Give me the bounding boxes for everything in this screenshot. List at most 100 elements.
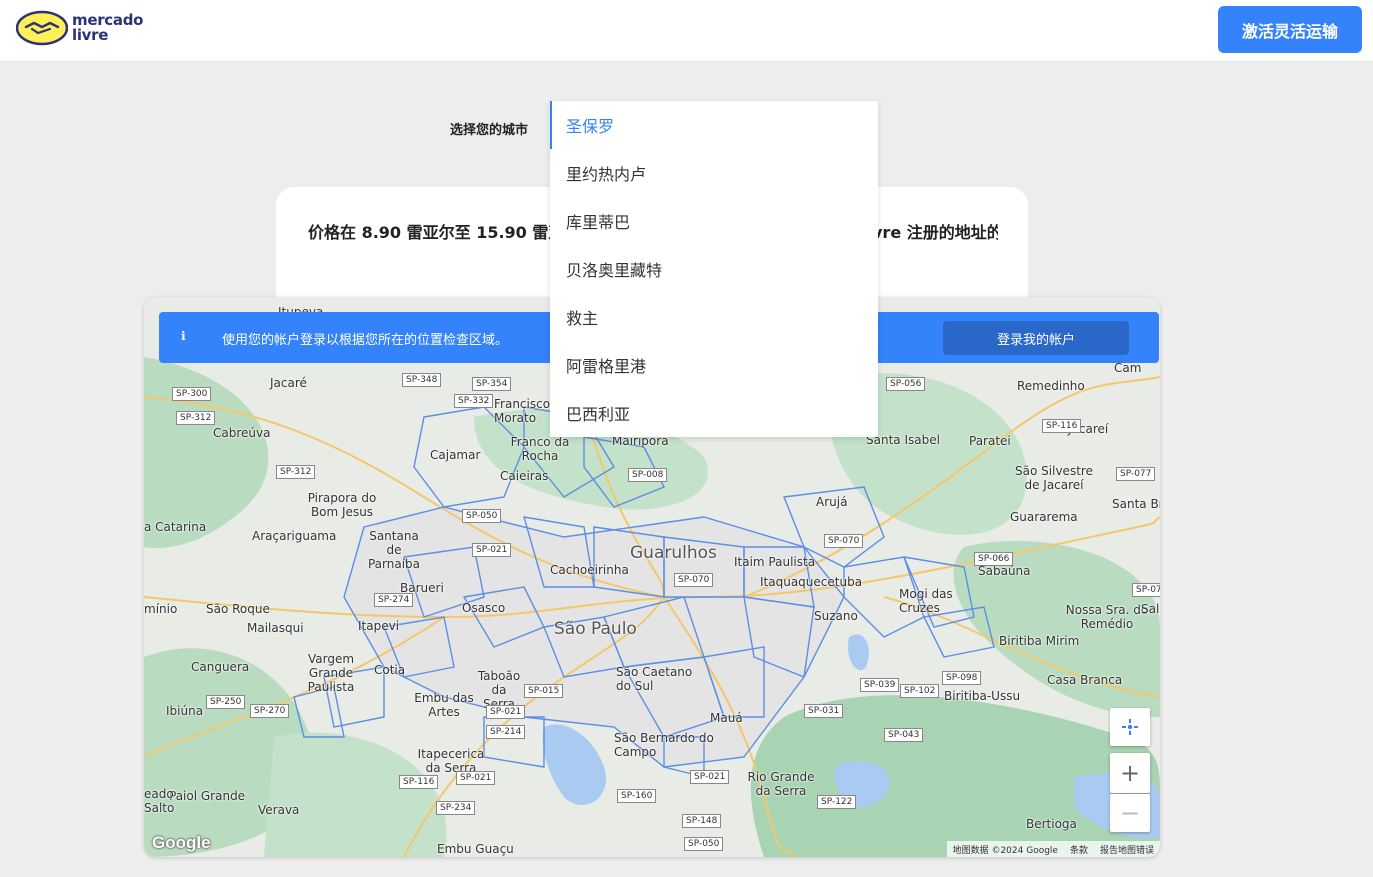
zoom-in-button[interactable]: + — [1110, 753, 1150, 793]
map-label-caieiras: Caieiras — [500, 469, 549, 483]
map-label-embu-guacu: Embu Guaçu — [437, 842, 514, 856]
map-label-nossa-sra: Nossa Sra. do Remédio — [1065, 603, 1149, 631]
road-shield: SP-116 — [1042, 419, 1082, 433]
road-shield: SP-056 — [886, 377, 926, 391]
mercado-livre-logo[interactable]: mercado livre — [16, 8, 156, 48]
city-select-label: 选择您的城市 — [450, 123, 529, 138]
map-label-mailasqui: Mailasqui — [247, 621, 304, 635]
road-shield: SP-122 — [817, 795, 857, 809]
city-option-belo-horizonte[interactable]: 贝洛奥里藏特 — [550, 245, 878, 293]
road-shield: SP-234 — [436, 801, 476, 815]
road-shield: SP-300 — [172, 387, 212, 401]
road-shield: SP-021 — [456, 771, 496, 785]
road-shield: SP-015 — [524, 684, 564, 698]
road-shield: SP-274 — [374, 593, 414, 607]
map-data-credit: 地图数据 ©2024 Google — [952, 846, 1058, 856]
map-label-paratei: Paratei — [969, 434, 1011, 448]
report-map-error-link[interactable]: 报告地图错误 — [1100, 843, 1154, 856]
road-shield: SP-021 — [690, 770, 730, 784]
map-label-jacare: Jacaré — [270, 376, 307, 390]
road-shield: SP-031 — [804, 704, 844, 718]
city-option-porto-alegre[interactable]: 阿雷格里港 — [550, 341, 878, 389]
road-shield: SP-332 — [454, 394, 494, 408]
map-label-sao-caetano: São Caetano do Sul — [616, 665, 693, 693]
road-shield: SP-312 — [276, 465, 316, 479]
locate-me-icon[interactable] — [1110, 708, 1150, 746]
map-label-sao-silvestre: São Silvestre de Jacareí — [1015, 464, 1093, 492]
road-shield: SP-102 — [900, 684, 940, 698]
map-label-casa-branca: Casa Branca — [1047, 673, 1123, 687]
map-label-santana-parnaiba: Santana de Parnaíba — [367, 529, 421, 571]
logo-line-2: livre — [72, 26, 109, 44]
road-shield: SP-077 — [1116, 467, 1156, 481]
map-label-santa-branca: Santa Bra — [1112, 497, 1160, 511]
handshake-logo-icon — [16, 10, 68, 46]
map-label-sao-roque: São Roque — [206, 602, 270, 616]
road-shield: SP-039 — [860, 678, 900, 692]
map-label-aracariguama: Araçariguama — [252, 529, 337, 543]
info-icon: ℹ — [181, 329, 186, 343]
road-shield: SP-070 — [824, 534, 864, 548]
city-option-rio[interactable]: 里约热内卢 — [550, 149, 878, 197]
road-shield: SP-07 — [1132, 583, 1160, 597]
map-attribution: 地图数据 ©2024 Google 条款 报告地图错误 — [946, 841, 1160, 857]
map-label-cajamar: Cajamar — [430, 448, 481, 462]
map-label-guarulhos: Guarulhos — [630, 543, 717, 563]
road-shield: SP-050 — [684, 837, 724, 851]
map-label-aminio: mínio — [144, 602, 178, 616]
road-shield: SP-250 — [206, 695, 246, 709]
map-label-verava: Verava — [258, 803, 300, 817]
map-label-santa-catarina: a Catarina — [144, 520, 207, 534]
map-label-sao-bernardo: São Bernardo do Campo — [614, 731, 714, 759]
map-label-mogi: Mogi das Cruzes — [899, 587, 953, 615]
city-option-brasilia[interactable]: 巴西利亚 — [550, 389, 878, 437]
map-label-itaquaquecetuba: Itaquaquecetuba — [760, 575, 863, 589]
city-option-curitiba[interactable]: 库里蒂巴 — [550, 197, 878, 245]
road-shield: SP-008 — [628, 468, 668, 482]
road-shield: SP-098 — [942, 671, 982, 685]
road-shield: SP-021 — [486, 705, 526, 719]
activate-flex-shipping-button[interactable]: 激活灵活运输 — [1218, 6, 1362, 53]
map-label-guararema: Guararema — [1010, 510, 1078, 524]
top-bar: mercado livre 激活灵活运输 — [0, 0, 1373, 62]
road-shield: SP-348 — [402, 373, 442, 387]
map-label-cabreuva: Cabreúva — [213, 426, 271, 440]
map-label-osasco: Osasco — [462, 601, 506, 615]
map-label-salto: eado Salto — [144, 787, 175, 815]
map-label-cotia: Cotia — [374, 663, 406, 677]
map-label-biritiba-ussu: Biritiba-Ussu — [944, 689, 1021, 703]
map-label-sabauna: Sabaúna — [978, 564, 1031, 578]
map-label-franco-rocha: Franco da Rocha — [510, 435, 570, 463]
city-dropdown[interactable]: 圣保罗 里约热内卢 库里蒂巴 贝洛奥里藏特 救主 阿雷格里港 巴西利亚 — [550, 101, 878, 437]
map-label-vargem-grande: Vargem Grande Paulista — [307, 652, 355, 694]
road-shield: SP-070 — [674, 573, 714, 587]
city-option-salvador[interactable]: 救主 — [550, 293, 878, 341]
road-shield: SP-270 — [250, 704, 290, 718]
road-shield: SP-043 — [884, 728, 924, 742]
map-label-suzano: Suzano — [814, 609, 858, 623]
city-option-sao-paulo[interactable]: 圣保罗 — [550, 101, 878, 149]
logo-text: mercado livre — [72, 13, 143, 43]
road-shield: SP-021 — [472, 543, 512, 557]
google-logo: Google — [152, 833, 211, 852]
terms-link[interactable]: 条款 — [1070, 843, 1088, 856]
map-label-francisco-morato: Francisco Morato — [494, 397, 551, 425]
map-label-embu: Embu das Artes — [414, 691, 474, 719]
map-label-paiol-grande: Paiol Grande — [169, 789, 246, 803]
login-account-button[interactable]: 登录我的帐户 — [943, 321, 1129, 355]
map-label-remedinho: Remedinho — [1017, 379, 1085, 393]
map-label-cachoeirinha: Cachoeirinha — [550, 563, 629, 577]
map-label-bertioga: Bertioga — [1026, 817, 1077, 831]
road-shield: SP-312 — [176, 411, 216, 425]
road-shield: SP-148 — [682, 814, 722, 828]
map-label-biritiba-mirim: Biritiba Mirim — [999, 634, 1080, 648]
road-shield: SP-050 — [462, 509, 502, 523]
map-label-pirapora: Pirapora do Bom Jesus — [307, 491, 377, 519]
banner-text: 使用您的帐户登录以根据您所在的位置检查区域。 — [222, 333, 509, 348]
map-label-maua: Mauá — [710, 711, 743, 725]
map-label-aruja: Arujá — [816, 495, 848, 509]
zoom-out-button[interactable]: − — [1110, 794, 1150, 832]
map-label-itapevi: Itapevi — [358, 619, 400, 633]
road-shield: SP-354 — [472, 377, 512, 391]
map-label-sal: Sal — [1141, 602, 1160, 616]
